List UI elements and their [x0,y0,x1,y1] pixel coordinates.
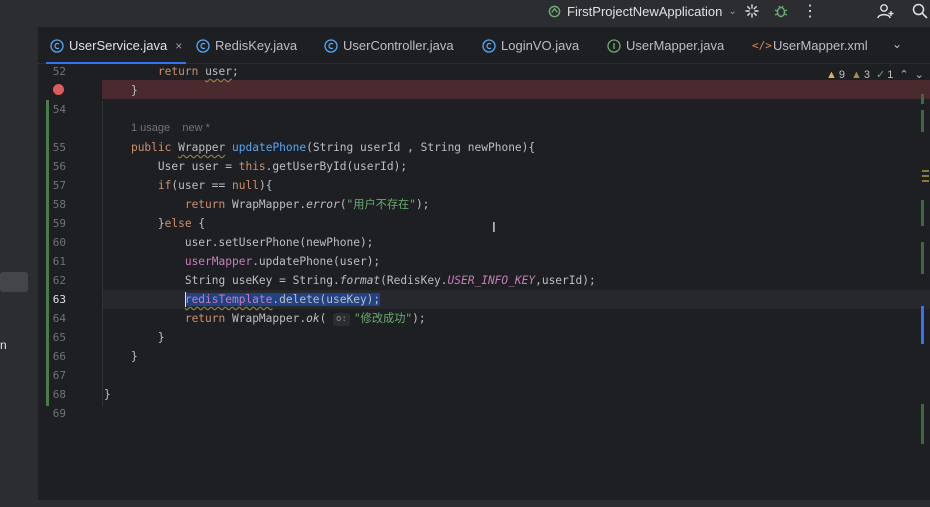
scroll-marker [921,200,924,226]
debug-icon[interactable] [743,2,761,20]
warnings-indicator[interactable]: ▲ 9 [826,69,845,81]
tab-rediskey-java[interactable]: RedisKey.java [196,27,297,64]
chevron-up-icon[interactable]: ⌃ [899,68,908,81]
chevron-down-icon[interactable]: ⌄ [915,68,924,81]
tab-label: UserMapper.java [626,38,725,53]
code-line-55: public Wrapper updatePhone(String userId… [130,141,536,154]
add-user-icon[interactable] [876,2,894,20]
warning-icon: ▲ [826,68,837,81]
scroll-marker-warning [922,170,929,172]
class-icon [50,38,64,53]
scroll-marker-warning [922,175,929,177]
line-number: 69 [52,407,66,420]
class-icon [482,38,496,53]
line-number: 60 [52,236,66,249]
editor-gutter[interactable]: 52 54 55 56 57 58 59 60 61 62 63 64 65 6… [38,64,94,500]
tab-label: LoginVO.java [501,38,580,53]
weak-warning-icon: ▲ [851,68,862,81]
code-line-65: } [157,331,165,344]
inspection-widget[interactable]: ▲ 9 ▲ 3 ✓ 1 ⌃ ⌄ [826,68,924,82]
tab-usermapper-java[interactable]: UserMapper.java [607,27,724,64]
breakpoint-line-highlight [102,80,930,99]
main-toolbar: FirstProjectNewApplication ⌄ ⋮ [0,0,930,27]
code-line-56: User user = this.getUserById(userId); [157,160,408,173]
code-line-66: } [130,350,138,363]
scroll-marker-warning [922,180,929,182]
chevron-down-icon[interactable]: ⌄ [892,37,902,51]
editor-tab-bar: UserService.java × RedisKey.java UserCon… [38,27,930,64]
interface-icon [607,38,621,53]
line-number: 62 [52,274,66,287]
line-number-current: 63 [52,293,66,306]
scroll-marker [921,110,924,132]
code-line-52: return user; [157,65,239,78]
run-configuration-selector[interactable]: FirstProjectNewApplication ⌄ [548,2,737,20]
line-number: 68 [52,388,66,401]
line-number: 66 [52,350,66,363]
code-line-62: String useKey = String.format(RedisKey.U… [184,274,596,287]
code-line-64: return WrapMapper.ok( o: "修改成功"); [184,312,426,326]
line-number: 52 [52,65,66,78]
code-line-57: if(user == null){ [157,179,273,192]
parameter-hint: o: [333,313,350,326]
code-editor[interactable]: 52 54 55 56 57 58 59 60 61 62 63 64 65 6… [38,64,930,500]
tab-usermapper-xml[interactable]: </> UserMapper.xml [752,27,868,64]
code-line-60: user.setUserPhone(newPhone); [184,236,374,249]
project-tree-selected-row[interactable] [0,272,28,292]
class-icon [324,38,338,53]
scroll-marker [921,242,924,274]
line-number: 67 [52,369,66,382]
run-configuration-label: FirstProjectNewApplication [567,3,723,19]
search-icon[interactable] [911,2,929,20]
tab-userservice-java[interactable]: UserService.java × [45,27,187,64]
text-selection[interactable]: redisTemplate.delete(useKey); [184,293,381,306]
scroll-marker-selection [921,306,924,344]
spring-boot-icon [548,5,561,17]
scroll-marker [921,94,924,104]
mouse-ibeam-cursor: I [492,221,496,236]
xml-icon: </> [752,38,772,52]
tab-usercontroller-java[interactable]: UserController.java [324,27,454,64]
line-number: 59 [52,217,66,230]
class-icon [196,38,210,53]
line-number: 58 [52,198,66,211]
indent-guide [102,100,103,406]
tab-loginvo-java[interactable]: LoginVO.java [482,27,579,64]
more-icon[interactable]: ⋮ [801,2,819,20]
line-number: 56 [52,160,66,173]
code-vision-hint[interactable]: 1 usage new * [131,119,210,138]
line-number: 57 [52,179,66,192]
scroll-marker [921,404,924,444]
tab-label: UserService.java [69,38,168,53]
line-number: 65 [52,331,66,344]
check-icon: ✓ [876,69,886,81]
text-caret [185,292,186,307]
typos-indicator[interactable]: ✓ 1 [876,68,893,82]
line-number: 54 [52,103,66,116]
line-number: 61 [52,255,66,268]
code-line-63: redisTemplate.delete(useKey); [104,290,381,309]
weak-warnings-indicator[interactable]: ▲ 3 [851,69,870,81]
code-line-61: userMapper.updatePhone(user); [184,255,381,268]
code-line-53: } [130,84,138,97]
line-number: 64 [52,312,66,325]
code-line-68: } [104,388,111,401]
code-line-59: }else { [157,217,206,230]
bug-icon[interactable] [772,2,790,20]
status-bar [0,500,930,507]
code-line-58: return WrapMapper.error("用户不存在"); [184,198,430,211]
tab-label: RedisKey.java [215,38,298,53]
tab-label: UserController.java [343,38,454,53]
tab-label: UserMapper.xml [773,38,868,53]
close-icon[interactable]: × [175,39,182,53]
chevron-down-icon: ⌄ [728,5,737,17]
left-tool-window-strip [0,27,38,507]
project-tree-text-fragment: n [0,338,7,352]
line-number: 55 [52,141,66,154]
breakpoint-icon[interactable] [53,84,64,95]
